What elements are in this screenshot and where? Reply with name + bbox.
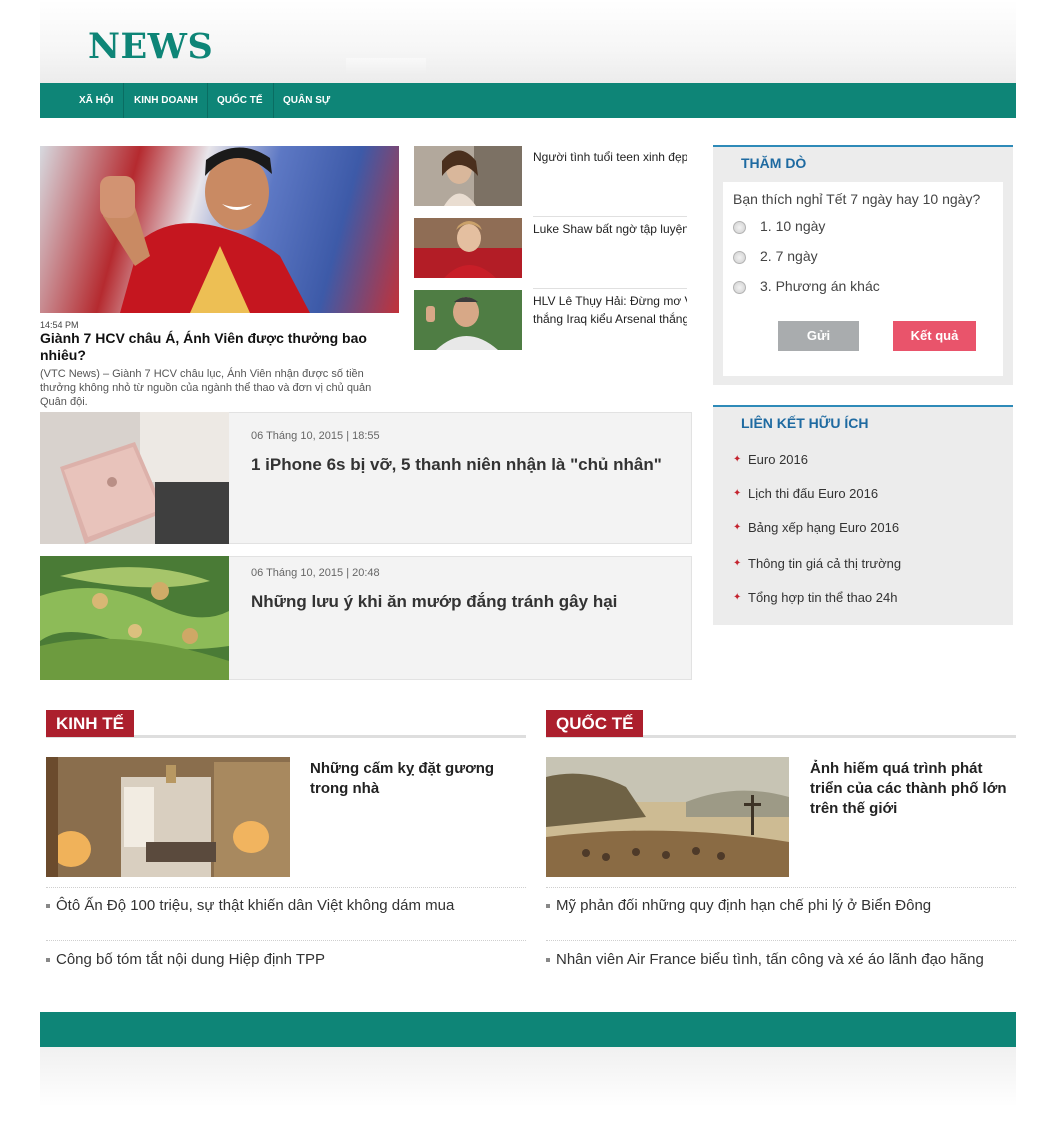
list-card-title[interactable]: 1 iPhone 6s bị vỡ, 5 thanh niên nhận là … bbox=[251, 455, 662, 475]
poll-option-label: 3. Phương án khác bbox=[760, 278, 880, 294]
poll-option-label: 1. 10 ngày bbox=[760, 218, 826, 234]
section-item-label[interactable]: Ôtô Ấn Độ 100 triệu, sự thật khiến dân V… bbox=[56, 897, 454, 914]
list-card-thumb[interactable] bbox=[40, 556, 229, 680]
link-label[interactable]: Bảng xếp hạng Euro 2016 bbox=[748, 520, 899, 535]
link-label[interactable]: Euro 2016 bbox=[748, 452, 808, 467]
section-lead-image[interactable] bbox=[546, 757, 789, 877]
divider bbox=[533, 288, 687, 289]
radio-icon[interactable] bbox=[733, 251, 746, 264]
poll-result-button[interactable]: Kết quả bbox=[893, 321, 976, 351]
list-card[interactable]: 06 Tháng 10, 2015 | 18:55 1 iPhone 6s bị… bbox=[40, 412, 692, 544]
divider bbox=[546, 940, 1016, 941]
section-lead-title[interactable]: Ảnh hiếm quá trình phát triển của các th… bbox=[810, 759, 1016, 819]
bullet-icon: ✦ bbox=[733, 488, 742, 499]
side-story-title[interactable]: HLV Lê Thụy Hải: Đừng mơ V thắng Iraq ki… bbox=[533, 292, 687, 328]
nav-divider bbox=[207, 83, 208, 118]
side-story-thumb[interactable] bbox=[414, 146, 522, 206]
list-card-photo bbox=[40, 556, 229, 680]
list-card[interactable]: 06 Tháng 10, 2015 | 20:48 Những lưu ý kh… bbox=[40, 556, 692, 680]
header-search-box[interactable] bbox=[346, 58, 426, 74]
side-story-photo bbox=[414, 218, 522, 278]
list-card-meta: 06 Tháng 10, 2015 | 18:55 bbox=[251, 430, 380, 442]
divider bbox=[46, 887, 526, 888]
section-lead-title[interactable]: Những cấm kỵ đặt gương trong nhà bbox=[310, 759, 525, 799]
poll-box: Thăm dò Bạn thích nghỉ Tết 7 ngày hay 10… bbox=[713, 145, 1013, 385]
square-bullet-icon bbox=[546, 958, 550, 962]
featured-image[interactable] bbox=[40, 146, 399, 313]
footer-bar bbox=[40, 1012, 1016, 1047]
bullet-icon: ✦ bbox=[733, 454, 742, 465]
poll-submit-button[interactable]: Gửi bbox=[778, 321, 859, 351]
nav-item-quan-su[interactable]: Quân sự bbox=[283, 83, 330, 118]
nav-divider bbox=[273, 83, 274, 118]
nav-item-kinh-doanh[interactable]: Kinh doanh bbox=[134, 83, 198, 118]
featured-photo bbox=[100, 147, 310, 313]
bullet-icon: ✦ bbox=[733, 522, 742, 533]
page: NEWS Xã hội Kinh doanh Quốc tế Quân sự 1… bbox=[40, 0, 1016, 1134]
section-lead-photo bbox=[46, 757, 290, 877]
list-card-photo bbox=[40, 412, 229, 544]
radio-icon[interactable] bbox=[733, 221, 746, 234]
side-story-title-line: HLV Lê Thụy Hải: Đừng mơ V bbox=[533, 294, 687, 308]
poll-body: Bạn thích nghỉ Tết 7 ngày hay 10 ngày? 1… bbox=[723, 182, 1003, 376]
square-bullet-icon bbox=[546, 904, 550, 908]
square-bullet-icon bbox=[46, 904, 50, 908]
side-story[interactable]: Người tình tuổi teen xinh đẹp bbox=[414, 146, 687, 217]
link-label[interactable]: Tổng hợp tin thể thao 24h bbox=[748, 590, 897, 605]
featured-title[interactable]: Giành 7 HCV châu Á, Ánh Viên được thưởng… bbox=[40, 330, 399, 364]
side-story-title-line: thắng Iraq kiểu Arsenal thắng bbox=[533, 312, 687, 326]
site-header: NEWS bbox=[40, 0, 1016, 83]
nav-item-xa-hoi[interactable]: Xã hội bbox=[79, 83, 113, 118]
side-story[interactable]: HLV Lê Thụy Hải: Đừng mơ V thắng Iraq ki… bbox=[414, 290, 687, 354]
list-card-thumb[interactable] bbox=[40, 412, 229, 544]
link-label[interactable]: Thông tin giá cả thị trường bbox=[748, 556, 901, 571]
divider bbox=[546, 887, 1016, 888]
section-tag[interactable]: Kinh tế bbox=[46, 710, 134, 737]
section-lead-image[interactable] bbox=[46, 757, 290, 877]
section-tag[interactable]: Quốc tế bbox=[546, 710, 644, 737]
divider bbox=[46, 940, 526, 941]
poll-question: Bạn thích nghỉ Tết 7 ngày hay 10 ngày? bbox=[733, 191, 981, 207]
section-header-kinh-te: Kinh tế bbox=[46, 710, 526, 738]
section-item-label[interactable]: Nhân viên Air France biểu tình, tấn công… bbox=[556, 951, 984, 968]
side-story-photo bbox=[414, 146, 522, 206]
side-story-photo bbox=[414, 290, 522, 350]
section-header-quoc-te: Quốc tế bbox=[546, 710, 1016, 738]
square-bullet-icon bbox=[46, 958, 50, 962]
radio-icon[interactable] bbox=[733, 281, 746, 294]
section-item-label[interactable]: Công bố tóm tắt nội dung Hiệp định TPP bbox=[56, 951, 325, 968]
side-story-title[interactable]: Luke Shaw bất ngờ tập luyện bbox=[533, 220, 687, 238]
nav-divider bbox=[123, 83, 124, 118]
bullet-icon: ✦ bbox=[733, 592, 742, 603]
footer-area bbox=[40, 1047, 1016, 1107]
poll-option-label: 2. 7 ngày bbox=[760, 248, 818, 264]
featured-description: (VTC News) – Giành 7 HCV châu lục, Ánh V… bbox=[40, 368, 372, 408]
useful-links-box: Liên kết hữu ích ✦ Euro 2016 ✦ Lịch thi … bbox=[713, 405, 1013, 625]
list-card-title[interactable]: Những lưu ý khi ăn mướp đắng tránh gây h… bbox=[251, 592, 617, 612]
main-nav: Xã hội Kinh doanh Quốc tế Quân sự bbox=[40, 83, 1016, 118]
section-lead-photo bbox=[546, 757, 789, 877]
section-item-label[interactable]: Mỹ phản đối những quy định hạn chế phi l… bbox=[556, 897, 931, 914]
site-logo[interactable]: NEWS bbox=[88, 26, 213, 67]
divider bbox=[533, 216, 687, 217]
side-story[interactable]: Luke Shaw bất ngờ tập luyện bbox=[414, 218, 687, 289]
nav-item-quoc-te[interactable]: Quốc tế bbox=[217, 83, 263, 118]
side-story-title[interactable]: Người tình tuổi teen xinh đẹp bbox=[533, 148, 687, 166]
bullet-icon: ✦ bbox=[733, 558, 742, 569]
featured-time: 14:54 PM bbox=[40, 320, 79, 330]
link-label[interactable]: Lịch thi đấu Euro 2016 bbox=[748, 486, 878, 501]
list-card-meta: 06 Tháng 10, 2015 | 20:48 bbox=[251, 567, 380, 579]
side-story-thumb[interactable] bbox=[414, 218, 522, 278]
side-story-thumb[interactable] bbox=[414, 290, 522, 350]
links-heading: Liên kết hữu ích bbox=[741, 415, 869, 431]
poll-heading: Thăm dò bbox=[741, 155, 807, 171]
